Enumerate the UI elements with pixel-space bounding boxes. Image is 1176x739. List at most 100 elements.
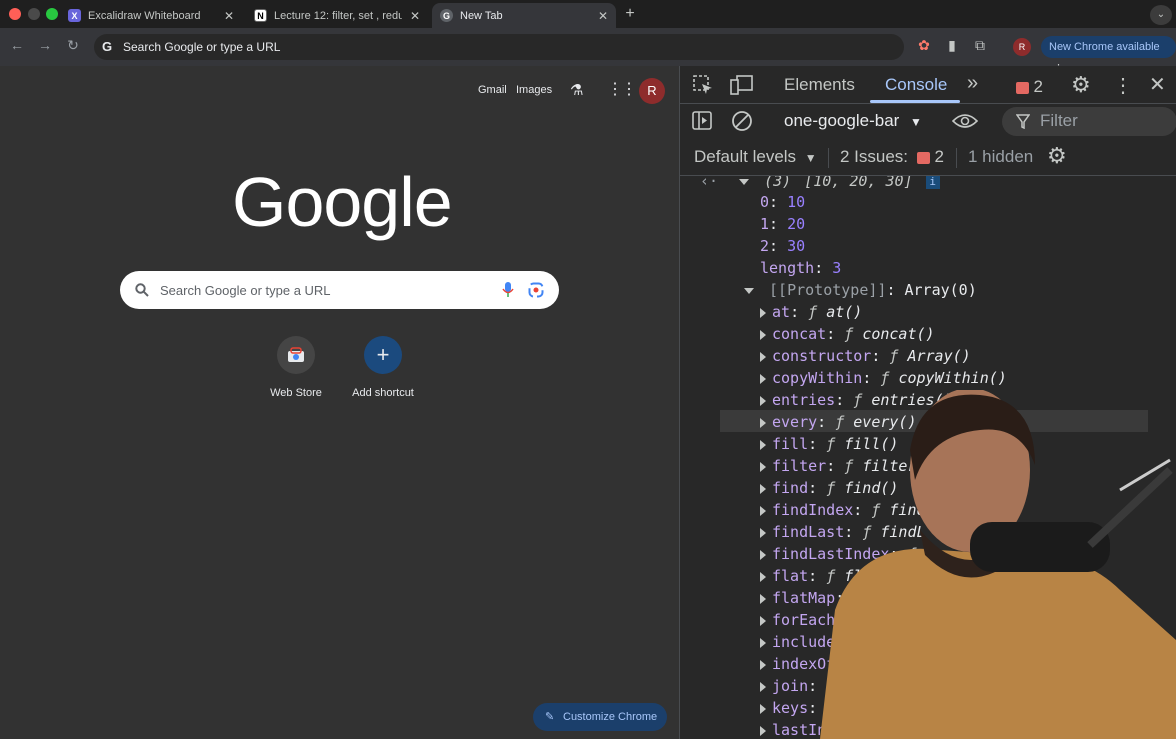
expand-triangle-icon[interactable] xyxy=(760,351,766,362)
voice-search-icon[interactable] xyxy=(502,281,514,299)
levels-dropdown[interactable]: Default levels ▼ xyxy=(694,147,817,167)
tab-console[interactable]: Console xyxy=(885,75,947,95)
minimize-window-button[interactable] xyxy=(28,8,40,20)
address-bar-text: Search Google or type a URL xyxy=(123,40,281,54)
expand-triangle-icon[interactable] xyxy=(760,725,766,736)
issues-button[interactable]: 2 Issues: 2 xyxy=(840,147,944,167)
console-settings-gear-icon[interactable]: ⚙ xyxy=(1047,143,1067,169)
method-key: keys xyxy=(772,699,809,717)
expand-triangle-icon[interactable] xyxy=(760,395,766,406)
tab-title: Lecture 12: filter, set , reduce xyxy=(274,9,402,22)
ntp-search-box[interactable]: Search Google or type a URL xyxy=(120,271,559,309)
address-bar[interactable]: G Search Google or type a URL xyxy=(94,34,904,60)
images-link[interactable]: Images xyxy=(516,84,552,96)
sidebar-toggle-icon[interactable] xyxy=(692,111,714,131)
live-expression-eye-icon[interactable] xyxy=(952,112,978,130)
tab-excalidraw[interactable]: X Excalidraw Whiteboard ✕ xyxy=(60,3,242,28)
google-icon: G xyxy=(102,39,113,54)
settings-gear-icon[interactable]: ⚙ xyxy=(1071,72,1091,98)
shortcut-web-store[interactable]: Web Store xyxy=(256,336,336,399)
close-tab-icon[interactable]: ✕ xyxy=(224,9,234,23)
expand-triangle-icon[interactable] xyxy=(760,593,766,604)
more-options-icon[interactable]: ⋮ xyxy=(1113,73,1133,98)
error-count-badge[interactable]: 2 xyxy=(1016,77,1043,97)
expand-triangle-icon[interactable] xyxy=(760,703,766,714)
close-tab-icon[interactable]: ✕ xyxy=(598,9,608,23)
expand-triangle-icon[interactable] xyxy=(744,287,754,294)
device-toolbar-icon[interactable] xyxy=(730,74,754,96)
entry-key: 2 xyxy=(760,237,770,255)
profile-avatar[interactable]: R xyxy=(1013,38,1031,56)
method-signature: copyWithin() xyxy=(898,369,1007,387)
extension-icon[interactable]: ✿ xyxy=(914,37,934,54)
customize-chrome-button[interactable]: ✎ Customize Chrome xyxy=(533,703,667,731)
method-row[interactable]: at: ƒ at() xyxy=(760,301,862,323)
close-window-button[interactable] xyxy=(9,8,21,20)
method-signature: Array() xyxy=(907,347,971,365)
expand-triangle-icon[interactable] xyxy=(760,373,766,384)
close-tab-icon[interactable]: ✕ xyxy=(410,9,420,23)
pencil-icon: ✎ xyxy=(545,711,555,723)
expand-triangle-icon[interactable] xyxy=(739,178,750,185)
info-icon[interactable]: i xyxy=(925,176,940,189)
console-levels-bar: Default levels ▼ 2 Issues: 2 1 hidden ⚙ xyxy=(680,138,1176,176)
method-row[interactable]: concat: ƒ concat() xyxy=(760,323,935,345)
levels-label: Default levels xyxy=(694,147,797,166)
method-row[interactable]: constructor: ƒ Array() xyxy=(760,345,971,367)
back-icon[interactable]: ← xyxy=(7,37,27,53)
expand-triangle-icon[interactable] xyxy=(760,505,766,516)
lens-search-icon[interactable] xyxy=(528,282,544,298)
shortcut-add[interactable]: + Add shortcut xyxy=(343,336,423,399)
method-key: constructor xyxy=(772,347,872,365)
gmail-link[interactable]: Gmail xyxy=(478,84,507,96)
more-tabs-icon[interactable]: » xyxy=(967,72,978,95)
tab-elements[interactable]: Elements xyxy=(784,75,855,95)
context-select[interactable]: one-google-bar ▼ xyxy=(778,108,928,135)
array-entry: 2: 30 xyxy=(760,237,806,255)
method-key: fill xyxy=(772,435,809,453)
mouse-extension-icon[interactable]: ▮ xyxy=(942,37,962,54)
labs-flask-icon[interactable]: ⚗ xyxy=(570,81,583,99)
tab-lecture[interactable]: N Lecture 12: filter, set , reduce ✕ xyxy=(246,3,428,28)
entry-value: 10 xyxy=(787,193,806,211)
reload-icon[interactable]: ↻ xyxy=(63,37,83,54)
account-avatar[interactable]: R xyxy=(639,78,665,104)
tab-new-tab[interactable]: G New Tab ✕ xyxy=(432,3,616,28)
clear-console-icon[interactable] xyxy=(731,110,753,132)
inspect-element-icon[interactable] xyxy=(692,74,714,96)
new-tab-page: Gmail Images ⚗ ⋮⋮⋮ R Google Search Googl… xyxy=(0,66,679,739)
forward-icon[interactable]: → xyxy=(35,37,55,53)
method-key: copyWithin xyxy=(772,369,863,387)
method-row[interactable]: copyWithin: ƒ copyWithin() xyxy=(760,367,1007,389)
expand-triangle-icon[interactable] xyxy=(760,417,766,428)
expand-triangle-icon[interactable] xyxy=(760,461,766,472)
expand-triangle-icon[interactable] xyxy=(760,329,766,340)
console-result-header[interactable]: ‹· (3) [10, 20, 30] i xyxy=(700,176,940,192)
method-row[interactable]: join: xyxy=(760,675,817,697)
customize-label: Customize Chrome xyxy=(563,711,658,723)
filter-input[interactable]: Filter xyxy=(1002,107,1176,136)
maximize-window-button[interactable] xyxy=(46,8,58,20)
method-key: every xyxy=(772,413,818,431)
expand-triangle-icon[interactable] xyxy=(760,483,766,494)
array-entry: length: 3 xyxy=(760,259,842,277)
function-marker: ƒ xyxy=(880,369,899,387)
function-marker: ƒ xyxy=(844,325,863,343)
update-chrome-button[interactable]: New Chrome available ⋮ xyxy=(1041,36,1176,75)
expand-triangle-icon[interactable] xyxy=(760,307,766,318)
expand-triangle-icon[interactable] xyxy=(760,637,766,648)
extensions-puzzle-icon[interactable]: ⧉ xyxy=(970,37,990,54)
expand-triangle-icon[interactable] xyxy=(760,615,766,626)
expand-triangle-icon[interactable] xyxy=(760,549,766,560)
new-tab-icon[interactable]: + xyxy=(620,5,640,23)
method-row[interactable]: keys: xyxy=(760,697,817,719)
prototype-label: [[Prototype]] xyxy=(769,281,887,299)
prototype-row[interactable]: [[Prototype]]: Array(0) xyxy=(744,279,977,301)
expand-triangle-icon[interactable] xyxy=(760,681,766,692)
expand-triangle-icon[interactable] xyxy=(760,571,766,582)
tab-search-icon[interactable]: ⌄ xyxy=(1150,5,1172,25)
close-devtools-icon[interactable]: ✕ xyxy=(1149,72,1166,97)
expand-triangle-icon[interactable] xyxy=(760,439,766,450)
expand-triangle-icon[interactable] xyxy=(760,659,766,670)
expand-triangle-icon[interactable] xyxy=(760,527,766,538)
